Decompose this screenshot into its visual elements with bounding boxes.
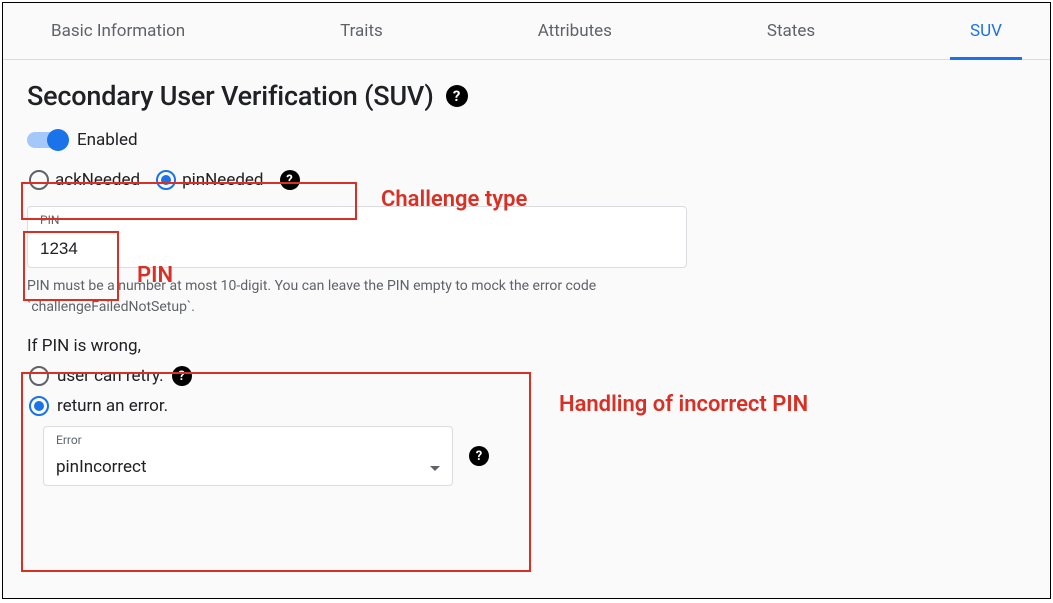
page-title: Secondary User Verification (SUV) — [27, 80, 434, 112]
wrong-pin-label: If PIN is wrong, — [27, 336, 1026, 356]
tab-states[interactable]: States — [747, 3, 835, 59]
annotation-box-challenge-type — [21, 182, 357, 220]
tab-suv[interactable]: SUV — [950, 3, 1022, 59]
tab-attributes[interactable]: Attributes — [518, 3, 632, 59]
tab-basic-information[interactable]: Basic Information — [31, 3, 205, 59]
pin-input[interactable] — [40, 239, 674, 259]
annotation-challenge-type: Challenge type — [381, 187, 527, 212]
enabled-toggle[interactable] — [27, 132, 67, 148]
enabled-label: Enabled — [77, 130, 138, 150]
annotation-handling: Handling of incorrect PIN — [559, 391, 808, 420]
annotation-box-handling — [21, 372, 531, 572]
tabs-bar: Basic Information Traits Attributes Stat… — [3, 3, 1050, 60]
help-icon[interactable]: ? — [446, 85, 468, 107]
annotation-pin: PIN — [137, 263, 173, 288]
tab-traits[interactable]: Traits — [320, 3, 403, 59]
annotation-box-pin — [23, 231, 119, 301]
pin-hint: PIN must be a number at most 10-digit. Y… — [27, 276, 687, 318]
